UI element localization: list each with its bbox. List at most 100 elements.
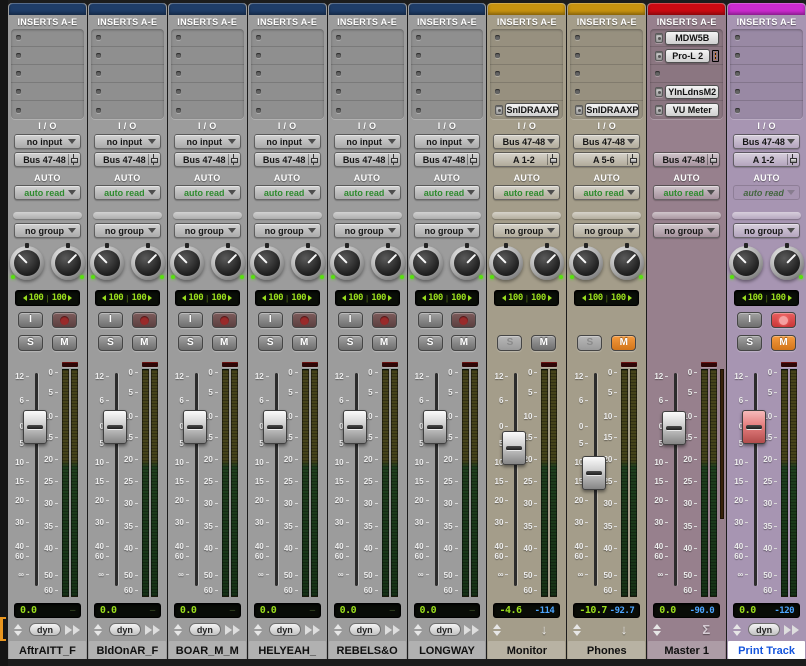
clip-indicator[interactable] (541, 362, 557, 367)
clip-indicator[interactable] (142, 362, 158, 367)
volume-value[interactable]: -4.6 (499, 605, 521, 616)
group-assignment-selector[interactable]: no group (254, 223, 321, 238)
clip-indicator[interactable] (62, 362, 78, 367)
insert-slot-B[interactable] (11, 47, 84, 65)
insert-slot-B[interactable] (91, 47, 164, 65)
insert-slot-E[interactable]: VU Meter (650, 101, 723, 119)
mute-button[interactable]: M (611, 335, 636, 351)
input-path-selector[interactable]: no input (334, 134, 401, 149)
solo-button[interactable]: S (737, 335, 762, 351)
fast-forward-icon[interactable] (784, 625, 799, 635)
pan-knob-left[interactable] (729, 246, 763, 280)
insert-slot-D[interactable] (570, 83, 643, 101)
automation-mode-selector[interactable]: auto read (573, 185, 640, 200)
record-enable-button[interactable] (212, 312, 237, 328)
group-assignment-selector[interactable]: no group (573, 223, 640, 238)
insert-slot-A[interactable] (730, 29, 803, 47)
clip-indicator[interactable] (781, 362, 797, 367)
insert-slot-A[interactable] (11, 29, 84, 47)
insert-slot-E[interactable] (91, 101, 164, 119)
pan-knob-right[interactable] (371, 246, 405, 280)
output-window-icon[interactable]: ↓ (621, 622, 628, 637)
fast-forward-icon[interactable] (385, 625, 400, 635)
insert-slot-B[interactable] (171, 47, 244, 65)
pan-left-value[interactable]: 100 (188, 293, 203, 303)
insert-slot-D[interactable] (411, 83, 484, 101)
record-enable-button[interactable] (451, 312, 476, 328)
volume-fader-handle[interactable] (343, 410, 367, 444)
output-path-selector[interactable]: A 1-2 (733, 152, 800, 167)
track-name[interactable]: BOAR_M_M (169, 641, 246, 659)
record-enable-button[interactable] (52, 312, 77, 328)
record-enable-button[interactable] (771, 312, 796, 328)
group-assignment-selector[interactable]: no group (414, 223, 481, 238)
insert-slot-A[interactable] (411, 29, 484, 47)
clip-indicator[interactable] (302, 362, 318, 367)
mute-button[interactable]: M (771, 335, 796, 351)
pan-knob-right[interactable] (530, 246, 564, 280)
volume-value[interactable]: 0.0 (20, 605, 37, 616)
insert-slot-D[interactable] (171, 83, 244, 101)
insert-slot-C[interactable] (91, 65, 164, 83)
automation-mode-selector[interactable]: auto read (414, 185, 481, 200)
volume-value[interactable]: 0.0 (420, 605, 437, 616)
track-name[interactable]: REBELS&O (329, 641, 406, 659)
pan-left-value[interactable]: 100 (588, 293, 603, 303)
pan-left-value[interactable]: 100 (268, 293, 283, 303)
pan-knob-right[interactable] (211, 246, 245, 280)
insert-slot-E[interactable] (251, 101, 324, 119)
pan-right-value[interactable]: 100 (451, 293, 466, 303)
insert-plugin-button[interactable]: MDW5B (665, 31, 719, 45)
nudge-spinner[interactable] (733, 624, 741, 636)
input-monitor-button[interactable]: I (258, 312, 283, 328)
pan-right-value[interactable]: 100 (611, 293, 626, 303)
output-path-selector[interactable]: Bus 47-48 (334, 152, 401, 167)
automation-mode-selector[interactable]: auto read (94, 185, 161, 200)
mute-button[interactable]: M (451, 335, 476, 351)
insert-plugin-button[interactable]: Pro-L 2 (665, 49, 710, 63)
group-assignment-selector[interactable]: no group (653, 223, 720, 238)
insert-slot-A[interactable] (490, 29, 563, 47)
track-name[interactable]: Monitor (488, 641, 565, 659)
insert-slot-A[interactable] (91, 29, 164, 47)
insert-slot-C[interactable] (490, 65, 563, 83)
insert-slot-C[interactable] (331, 65, 404, 83)
insert-slot-B[interactable] (570, 47, 643, 65)
input-monitor-button[interactable]: I (338, 312, 363, 328)
insert-plugin-button[interactable]: SnIDRAAXP (585, 103, 639, 117)
insert-slot-A[interactable] (570, 29, 643, 47)
dyn-plugin-button[interactable]: dyn (29, 623, 61, 636)
clip-indicator[interactable] (701, 362, 717, 367)
insert-slot-A[interactable] (331, 29, 404, 47)
input-path-selector[interactable]: no input (174, 134, 241, 149)
volume-fader-handle[interactable] (662, 411, 686, 445)
fast-forward-icon[interactable] (225, 625, 240, 635)
pan-knob-right[interactable] (610, 246, 644, 280)
dyn-plugin-button[interactable]: dyn (109, 623, 141, 636)
group-assignment-selector[interactable]: no group (334, 223, 401, 238)
nudge-spinner[interactable] (653, 624, 661, 636)
record-enable-button[interactable] (372, 312, 397, 328)
record-enable-button[interactable] (132, 312, 157, 328)
fast-forward-icon[interactable] (464, 625, 479, 635)
output-path-selector[interactable]: Bus 47-48 (94, 152, 161, 167)
pan-left-value[interactable]: 100 (29, 293, 44, 303)
nudge-spinner[interactable] (94, 624, 102, 636)
insert-slot-D[interactable] (11, 83, 84, 101)
insert-slot-C[interactable] (171, 65, 244, 83)
solo-button[interactable]: S (497, 335, 522, 351)
mute-button[interactable]: M (292, 335, 317, 351)
mute-button[interactable]: M (531, 335, 556, 351)
insert-slot-E[interactable] (171, 101, 244, 119)
output-path-selector[interactable]: Bus 47-48 (14, 152, 81, 167)
clip-indicator[interactable] (382, 362, 398, 367)
group-assignment-selector[interactable]: no group (94, 223, 161, 238)
mute-button[interactable]: M (52, 335, 77, 351)
insert-plugin-button[interactable]: SnIDRAAXP (505, 103, 559, 117)
input-path-selector[interactable]: no input (14, 134, 81, 149)
output-path-selector[interactable]: Bus 47-48 (653, 152, 720, 167)
automation-mode-selector[interactable]: auto read (653, 185, 720, 200)
fast-forward-icon[interactable] (305, 625, 320, 635)
volume-value[interactable]: 0.0 (260, 605, 277, 616)
insert-slot-C[interactable] (251, 65, 324, 83)
